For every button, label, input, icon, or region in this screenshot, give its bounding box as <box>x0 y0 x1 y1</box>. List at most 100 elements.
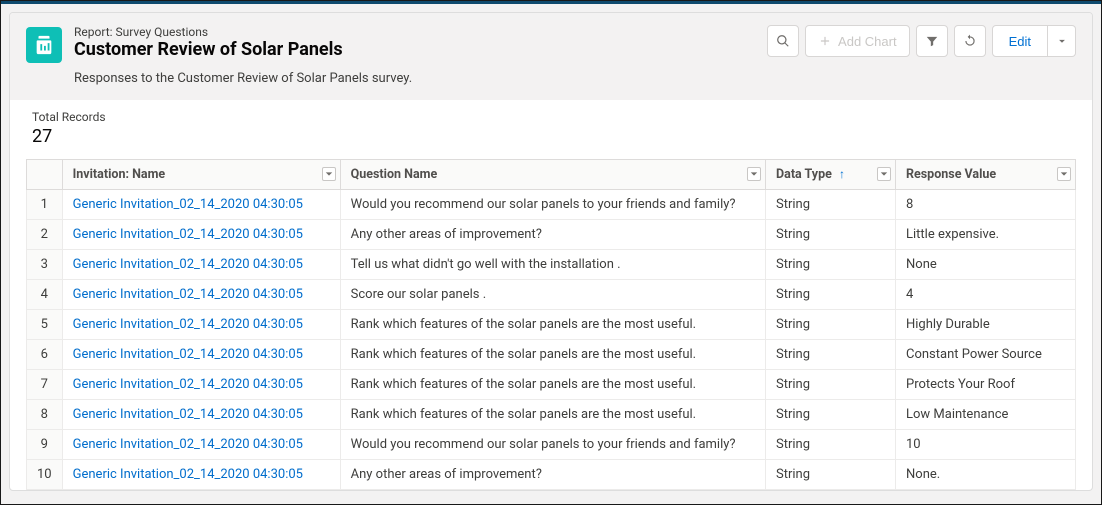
cell-invitation: Generic Invitation_02_14_2020 04:30:05 <box>62 249 340 279</box>
cell-response: 8 <box>896 189 1076 219</box>
totals-bar: Total Records 27 <box>10 100 1092 159</box>
row-number: 8 <box>27 399 63 429</box>
cell-invitation: Generic Invitation_02_14_2020 04:30:05 <box>62 429 340 459</box>
invitation-link[interactable]: Generic Invitation_02_14_2020 04:30:05 <box>73 257 303 272</box>
header-actions: Add Chart Edit <box>767 25 1076 57</box>
invitation-link[interactable]: Generic Invitation_02_14_2020 04:30:05 <box>73 197 303 212</box>
cell-invitation: Generic Invitation_02_14_2020 04:30:05 <box>62 369 340 399</box>
row-number: 9 <box>27 429 63 459</box>
col-invitation-label: Invitation: Name <box>73 167 166 182</box>
cell-response: None. <box>896 459 1076 489</box>
table-row: 1 Generic Invitation_02_14_2020 04:30:05 W… <box>27 189 1076 219</box>
cell-question: Rank which features of the solar panels … <box>340 339 765 369</box>
cell-invitation: Generic Invitation_02_14_2020 04:30:05 <box>62 219 340 249</box>
edit-menu-button[interactable] <box>1048 25 1076 57</box>
total-records-count: 27 <box>32 126 1070 147</box>
search-icon <box>776 34 790 48</box>
row-number: 10 <box>27 459 63 489</box>
cell-response: 4 <box>896 279 1076 309</box>
table-row: 4 Generic Invitation_02_14_2020 04:30:05 S… <box>27 279 1076 309</box>
col-filter-icon[interactable] <box>322 167 336 181</box>
cell-response: Protects Your Roof <box>896 369 1076 399</box>
col-filter-icon[interactable] <box>877 167 891 181</box>
report-subtitle: Responses to the Customer Review of Sola… <box>74 71 412 86</box>
cell-question: Rank which features of the solar panels … <box>340 369 765 399</box>
cell-question: Tell us what didn't go well with the ins… <box>340 249 765 279</box>
col-datatype[interactable]: Data Type ↑ <box>766 159 896 189</box>
plus-icon <box>818 34 832 48</box>
invitation-link[interactable]: Generic Invitation_02_14_2020 04:30:05 <box>73 317 303 332</box>
cell-datatype: String <box>766 219 896 249</box>
cell-response: Low Maintenance <box>896 399 1076 429</box>
cell-question: Any other areas of improvement? <box>340 459 765 489</box>
cell-datatype: String <box>766 399 896 429</box>
page-title: Customer Review of Solar Panels <box>74 39 412 61</box>
report-header: Report: Survey Questions Customer Review… <box>10 13 1092 100</box>
table-row: 5 Generic Invitation_02_14_2020 04:30:05 R… <box>27 309 1076 339</box>
col-rownum <box>27 159 63 189</box>
table-row: 2 Generic Invitation_02_14_2020 04:30:05 A… <box>27 219 1076 249</box>
row-number: 7 <box>27 369 63 399</box>
cell-response: Highly Durable <box>896 309 1076 339</box>
table-row: 9 Generic Invitation_02_14_2020 04:30:05 W… <box>27 429 1076 459</box>
row-number: 3 <box>27 249 63 279</box>
add-chart-button[interactable]: Add Chart <box>805 25 910 57</box>
cell-question: Rank which features of the solar panels … <box>340 399 765 429</box>
col-filter-icon[interactable] <box>747 167 761 181</box>
cell-response: Little expensive. <box>896 219 1076 249</box>
cell-datatype: String <box>766 279 896 309</box>
sort-asc-icon: ↑ <box>839 167 845 181</box>
row-number: 4 <box>27 279 63 309</box>
report-icon <box>26 27 62 63</box>
report-type: Report: Survey Questions <box>74 25 412 39</box>
col-question[interactable]: Question Name <box>340 159 765 189</box>
table-row: 6 Generic Invitation_02_14_2020 04:30:05 R… <box>27 339 1076 369</box>
invitation-link[interactable]: Generic Invitation_02_14_2020 04:30:05 <box>73 347 303 362</box>
table-row: 3 Generic Invitation_02_14_2020 04:30:05 T… <box>27 249 1076 279</box>
cell-invitation: Generic Invitation_02_14_2020 04:30:05 <box>62 399 340 429</box>
cell-invitation: Generic Invitation_02_14_2020 04:30:05 <box>62 339 340 369</box>
search-button[interactable] <box>767 25 799 57</box>
col-filter-icon[interactable] <box>1057 167 1071 181</box>
invitation-link[interactable]: Generic Invitation_02_14_2020 04:30:05 <box>73 437 303 452</box>
cell-invitation: Generic Invitation_02_14_2020 04:30:05 <box>62 189 340 219</box>
invitation-link[interactable]: Generic Invitation_02_14_2020 04:30:05 <box>73 407 303 422</box>
col-response[interactable]: Response Value <box>896 159 1076 189</box>
invitation-link[interactable]: Generic Invitation_02_14_2020 04:30:05 <box>73 287 303 302</box>
invitation-link[interactable]: Generic Invitation_02_14_2020 04:30:05 <box>73 467 303 482</box>
cell-invitation: Generic Invitation_02_14_2020 04:30:05 <box>62 309 340 339</box>
table-row: 8 Generic Invitation_02_14_2020 04:30:05 R… <box>27 399 1076 429</box>
cell-datatype: String <box>766 249 896 279</box>
cell-invitation: Generic Invitation_02_14_2020 04:30:05 <box>62 459 340 489</box>
invitation-link[interactable]: Generic Invitation_02_14_2020 04:30:05 <box>73 227 303 242</box>
row-number: 1 <box>27 189 63 219</box>
edit-button[interactable]: Edit <box>992 25 1048 57</box>
results-table: Invitation: Name Question Name Data Type… <box>26 159 1076 490</box>
cell-response: Constant Power Source <box>896 339 1076 369</box>
cell-datatype: String <box>766 369 896 399</box>
row-number: 6 <box>27 339 63 369</box>
row-number: 2 <box>27 219 63 249</box>
cell-invitation: Generic Invitation_02_14_2020 04:30:05 <box>62 279 340 309</box>
cell-datatype: String <box>766 339 896 369</box>
cell-question: Would you recommend our solar panels to … <box>340 189 765 219</box>
col-datatype-label: Data Type <box>776 167 832 182</box>
table-row: 10 Generic Invitation_02_14_2020 04:30:05… <box>27 459 1076 489</box>
invitation-link[interactable]: Generic Invitation_02_14_2020 04:30:05 <box>73 377 303 392</box>
filter-icon <box>925 34 939 48</box>
cell-question: Would you recommend our solar panels to … <box>340 429 765 459</box>
cell-datatype: String <box>766 309 896 339</box>
filter-button[interactable] <box>916 25 948 57</box>
col-response-label: Response Value <box>906 167 996 182</box>
chevron-down-icon <box>1055 34 1069 48</box>
cell-response: 10 <box>896 429 1076 459</box>
col-question-label: Question Name <box>351 167 438 182</box>
cell-question: Rank which features of the solar panels … <box>340 309 765 339</box>
table-row: 7 Generic Invitation_02_14_2020 04:30:05 R… <box>27 369 1076 399</box>
row-number: 5 <box>27 309 63 339</box>
refresh-button[interactable] <box>954 25 986 57</box>
cell-question: Any other areas of improvement? <box>340 219 765 249</box>
col-invitation[interactable]: Invitation: Name <box>62 159 340 189</box>
add-chart-label: Add Chart <box>838 34 897 49</box>
refresh-icon <box>963 34 977 48</box>
